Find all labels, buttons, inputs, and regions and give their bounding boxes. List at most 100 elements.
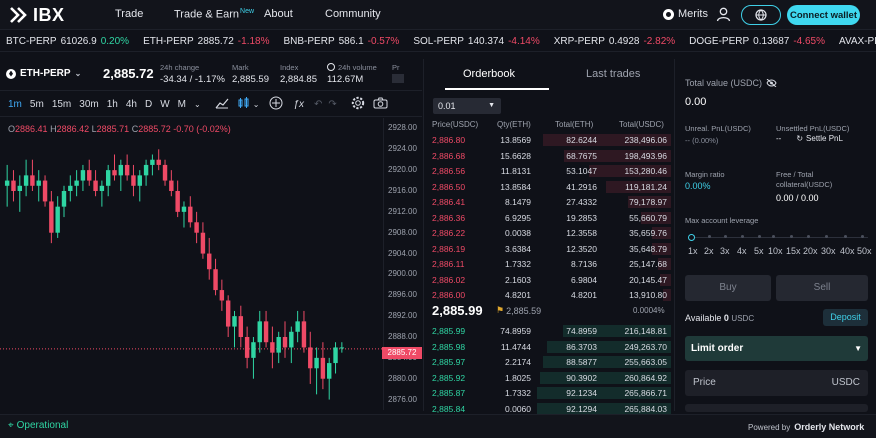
connect-wallet-button[interactable]: Connect wallet [787, 5, 860, 25]
col-total-eth: Total(ETH) [555, 120, 594, 129]
interval-5m[interactable]: 5m [30, 99, 44, 110]
ask-row[interactable]: 2,886.68 15.6628 68.7675 198,493.96 [428, 149, 671, 163]
interval-w[interactable]: W [160, 99, 169, 110]
interval-4h[interactable]: 4h [126, 99, 137, 110]
spread: 0.0004% [633, 306, 665, 315]
leverage-option[interactable]: 1x [688, 246, 698, 256]
leverage-option[interactable]: 15x [786, 246, 801, 256]
ticker-change: -4.65% [793, 36, 826, 47]
add-icon[interactable] [269, 96, 283, 113]
ibx-logo[interactable]: IBX [9, 5, 65, 25]
powered-label: Powered by [748, 422, 791, 432]
chevron-down-icon[interactable]: ⌄ [194, 100, 201, 109]
candle-body [99, 185, 105, 191]
candles-icon[interactable] [237, 97, 251, 112]
ask-row[interactable]: 2,886.80 13.8569 82.6244 238,496.06 [428, 133, 671, 147]
bid-row[interactable]: 2,885.97 2.2174 88.5877 255,663.05 [428, 355, 671, 369]
undo-icon[interactable]: ↶ [314, 99, 322, 110]
symbol-selector[interactable]: ETH-PERP ⌄ [6, 68, 81, 79]
margin-ratio-value: 0.00% [685, 181, 711, 191]
ticker-item[interactable]: SOL-PERP 140.374 -4.14% [413, 36, 539, 47]
price-input[interactable]: Price USDC [685, 370, 868, 396]
candle-body [68, 185, 73, 191]
ask-row[interactable]: 2,886.02 2.1603 6.9804 20,145.47 [428, 273, 671, 287]
bid-row[interactable]: 2,885.99 74.8959 74.8959 216,148.81 [428, 324, 671, 338]
order-qty: 3.6384 [505, 243, 531, 254]
settings-gear-icon[interactable] [351, 96, 365, 113]
bid-row[interactable]: 2,885.92 1.8025 90.3902 260,864.92 [428, 371, 671, 385]
ticker-item[interactable]: ETH-PERP 2885.72 -1.18% [143, 36, 269, 47]
leverage-option[interactable]: 5x [754, 246, 764, 256]
leverage-slider-handle[interactable] [688, 234, 695, 241]
quantity-input[interactable] [685, 404, 868, 412]
leverage-option[interactable]: 30x [821, 246, 836, 256]
precision-select[interactable]: 0.01 ▼ [433, 98, 501, 114]
price-axis-tick: 2904.00 [388, 248, 417, 258]
order-price: 2,886.80 [432, 135, 466, 145]
ask-row[interactable]: 2,886.00 4.8201 4.8201 13,910.80 [428, 288, 671, 302]
interval-1h[interactable]: 1h [107, 99, 118, 110]
ticker-item[interactable]: BNB-PERP 586.1 -0.57% [283, 36, 399, 47]
leverage-option[interactable]: 40x [840, 246, 855, 256]
fx-icon[interactable]: ƒx [293, 99, 304, 110]
refresh-icon[interactable]: ↻ [796, 134, 803, 143]
nav-about[interactable]: About [264, 8, 293, 20]
bid-row[interactable]: 2,885.87 1.7332 92.1234 265,866.71 [428, 386, 671, 400]
order-total-usdc: 13,910.80 [629, 290, 667, 300]
camera-icon[interactable] [373, 97, 388, 112]
order-type-select[interactable]: Limit order ▼ [685, 336, 868, 361]
nav-community[interactable]: Community [325, 8, 381, 20]
order-total-usdc: 216,148.81 [624, 326, 667, 336]
ask-row[interactable]: 2,886.11 1.7332 8.7136 25,147.68 [428, 257, 671, 271]
interval-m[interactable]: M [178, 99, 186, 110]
leverage-option[interactable]: 10x [768, 246, 783, 256]
ask-row[interactable]: 2,886.50 13.8584 41.2916 119,181.24 [428, 180, 671, 194]
leverage-option[interactable]: 50x [857, 246, 872, 256]
sell-button[interactable]: Sell [776, 275, 868, 301]
user-icon[interactable] [716, 7, 731, 22]
stat-mark: Mark 2,885.59 [232, 63, 269, 85]
ticker-item[interactable]: BTC-PERP 61026.9 0.20% [6, 36, 129, 47]
nav-trade[interactable]: Trade [115, 8, 143, 20]
interval-1m[interactable]: 1m [8, 99, 22, 110]
leverage-slider-track[interactable] [690, 237, 868, 238]
ask-row[interactable]: 2,886.56 11.8131 53.1047 153,280.46 [428, 164, 671, 178]
price-axis[interactable]: 2928.00 2924.00 2920.00 2916.00 2912.00 2908.… [383, 118, 422, 410]
indicators-icon[interactable] [215, 97, 229, 112]
interval-15m[interactable]: 15m [52, 99, 71, 110]
ticker-item[interactable]: AVAX-PERP32 [839, 36, 876, 47]
deposit-button[interactable]: Deposit [823, 309, 868, 326]
theme-toggle[interactable] [741, 5, 781, 25]
buy-button[interactable]: Buy [685, 275, 771, 301]
order-qty: 2.1603 [505, 274, 531, 285]
ticker-item[interactable]: XRP-PERP 0.4928 -2.82% [554, 36, 675, 47]
nav-trade-earn[interactable]: Trade & EarnNew [174, 8, 254, 21]
symbol-name: ETH-PERP [20, 68, 71, 79]
ask-row[interactable]: 2,886.41 8.1479 27.4332 79,178.97 [428, 195, 671, 209]
eye-slash-icon[interactable] [766, 79, 777, 87]
price-unit: USDC [831, 377, 860, 388]
chevron-down-icon[interactable]: ⌄ [253, 100, 260, 109]
leverage-option[interactable]: 2x [704, 246, 714, 256]
globe-icon [755, 9, 767, 21]
interval-30m[interactable]: 30m [79, 99, 98, 110]
order-total-eth: 88.5877 [566, 357, 597, 367]
leverage-tick [844, 235, 847, 238]
settle-pnl-button[interactable]: Settle PnL [806, 134, 843, 143]
ask-row[interactable]: 2,886.19 3.6384 12.3520 35,648.79 [428, 242, 671, 256]
price-chart[interactable] [0, 118, 383, 410]
ticker-item[interactable]: DOGE-PERP 0.13687 -4.65% [689, 36, 825, 47]
interval-d[interactable]: D [145, 99, 152, 110]
ask-row[interactable]: 2,886.22 0.0038 12.3558 35,659.76 [428, 226, 671, 240]
redo-icon[interactable]: ↷ [328, 99, 336, 110]
tab-last-trades[interactable]: Last trades [586, 68, 640, 80]
merits-link[interactable]: Merits [663, 8, 708, 20]
tab-orderbook[interactable]: Orderbook [463, 68, 515, 80]
ask-row[interactable]: 2,886.36 6.9295 19.2853 55,660.79 [428, 211, 671, 225]
leverage-option[interactable]: 4x [737, 246, 747, 256]
leverage-option[interactable]: 20x [803, 246, 818, 256]
flag-icon: ⚑ [496, 305, 505, 315]
bid-row[interactable]: 2,885.98 11.4744 86.3703 249,263.70 [428, 340, 671, 354]
candle-body [213, 269, 218, 291]
leverage-option[interactable]: 3x [720, 246, 730, 256]
